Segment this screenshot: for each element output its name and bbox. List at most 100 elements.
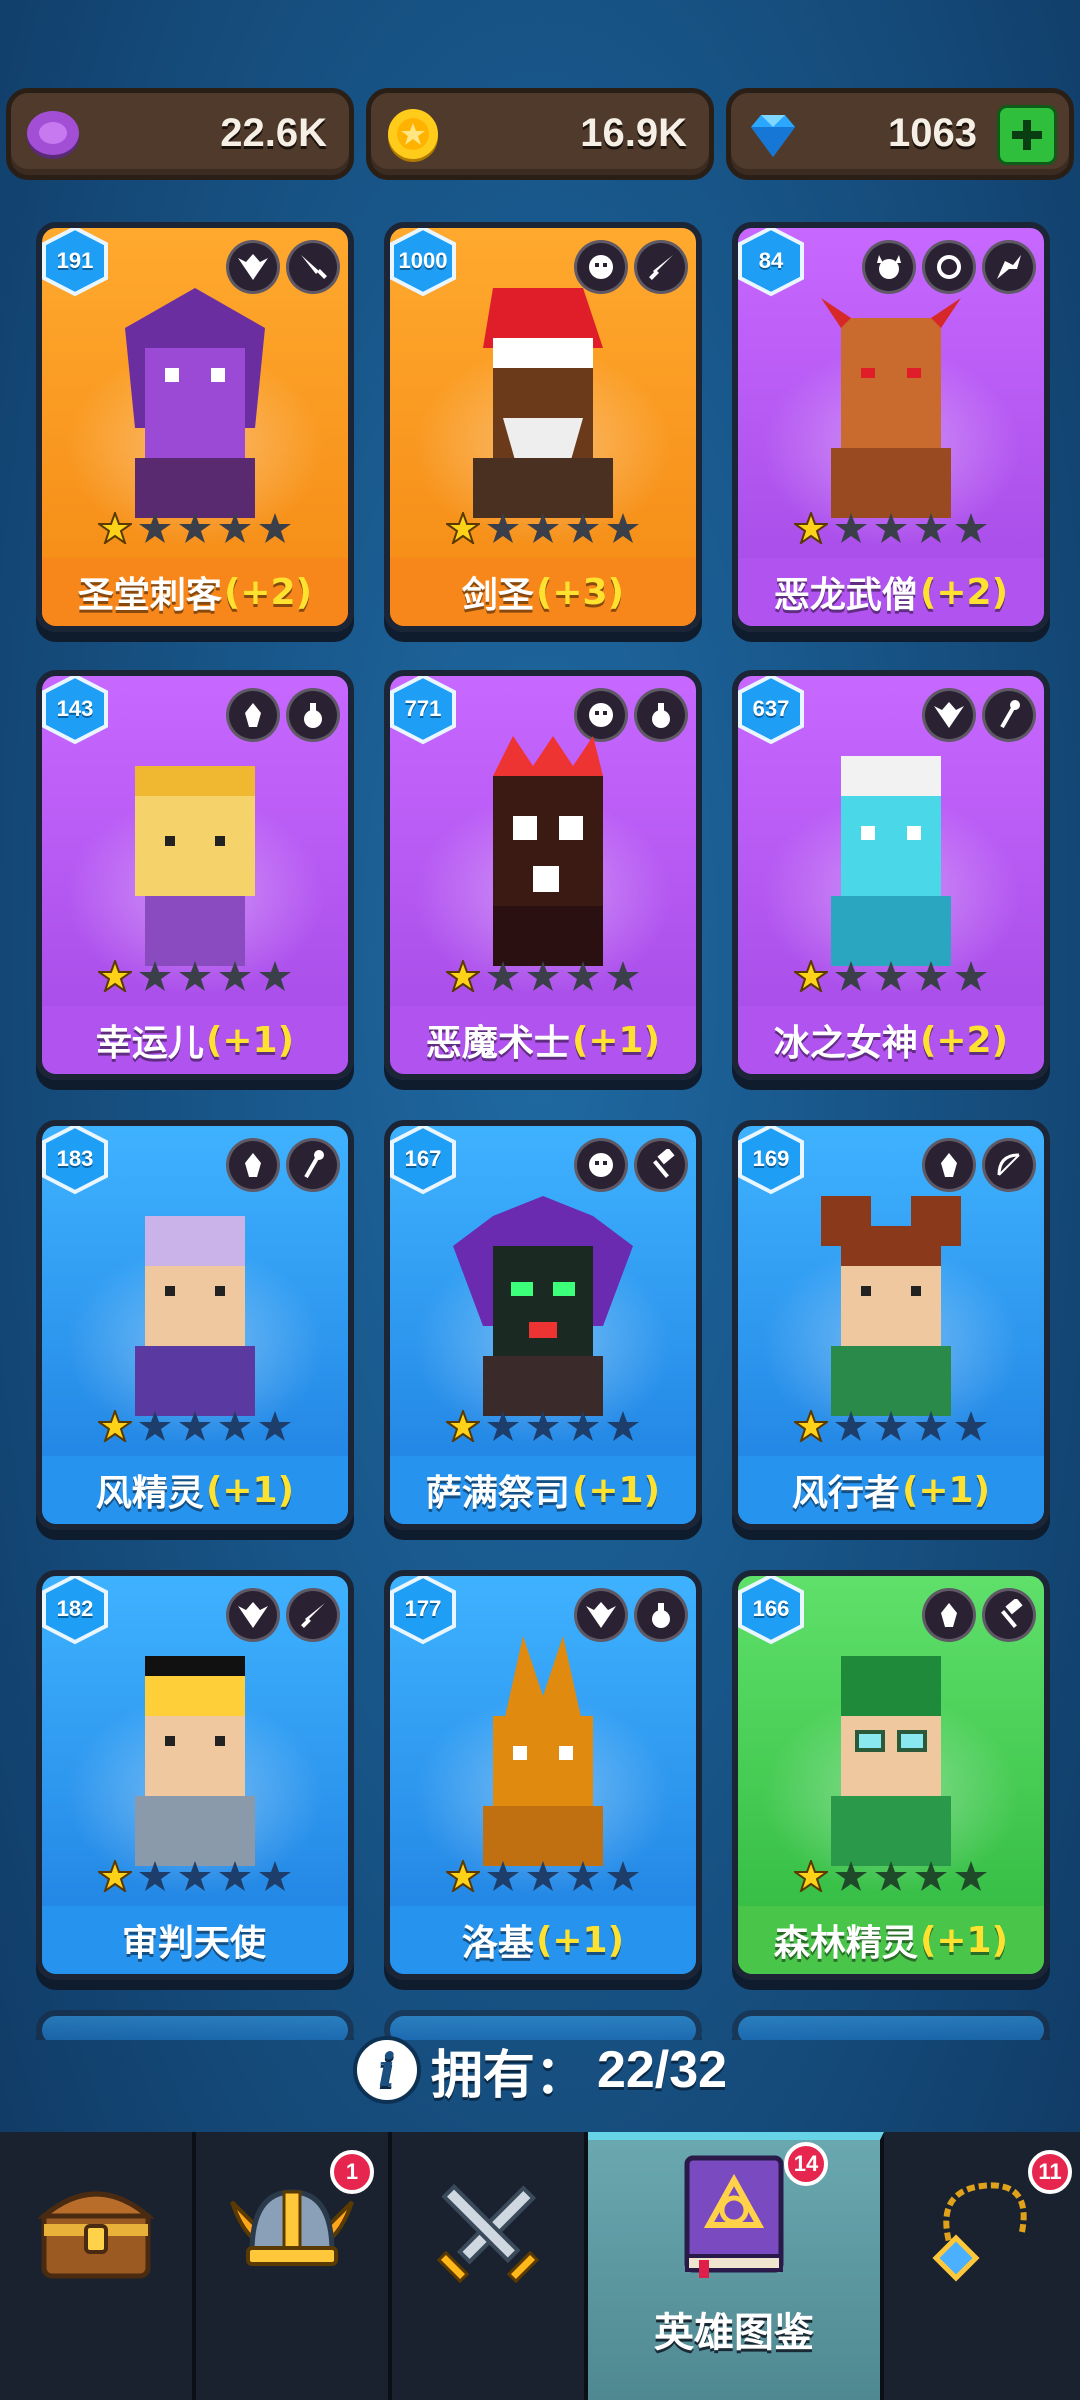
tab-codex[interactable]: 英雄图鉴 14 [588,2132,884,2400]
hero-card[interactable]: 167 萨满祭司 (+1) [384,1120,702,1530]
hero-portrait [135,1216,255,1416]
info-icon[interactable]: i [352,2036,421,2104]
hero-portrait [135,766,255,966]
hero-card[interactable]: 637 冰之女神 (+2) [732,670,1050,1080]
gold-coin-icon [388,109,438,162]
hammer-weapon-icon [634,1138,688,1192]
hero-card[interactable]: 84 恶龙武僧 (+2) [732,222,1050,632]
tab-heroes[interactable]: 1 [196,2132,392,2400]
purple-gem-counter[interactable]: 22.6K [6,88,354,180]
wings-class-icon [574,1588,628,1642]
level-badge: 191 [42,228,112,298]
gold-coin-counter[interactable]: 16.9K [366,88,714,180]
hero-card[interactable]: 183 风精灵 (+1) [36,1120,354,1530]
owned-label: 拥有： [430,2045,587,2106]
star-rating [98,1860,292,1892]
diamond-counter[interactable]: 1063 [726,88,1074,180]
hero-portrait [473,288,613,518]
level-badge: 637 [738,676,808,746]
hero-portrait [831,756,951,966]
hero-card[interactable]: 166 森林精灵 (+1) [732,1570,1050,1980]
hero-name: 审判天使 [42,1906,348,1974]
hero-name: 剑圣 (+3) [390,558,696,626]
staff-weapon-icon [286,1138,340,1192]
dagger-weapon-icon [286,240,340,294]
hero-card[interactable]: 177 洛基 (+1) [384,1570,702,1980]
star-rating [446,1860,640,1892]
fist-weapon-icon [922,240,976,294]
hero-card[interactable]: 169 风行者 (+1) [732,1120,1050,1530]
elf-class-icon [226,1138,280,1192]
star-rating [446,512,640,544]
hero-portrait [135,1656,255,1866]
level-badge: 166 [738,1576,808,1646]
diamond-value: 1063 [888,111,977,155]
dragon-icon [982,240,1036,294]
demon-class-icon [862,240,916,294]
star-rating [794,512,988,544]
staff-weapon-icon [982,688,1036,742]
star-rating [98,512,292,544]
star-rating [794,1860,988,1892]
potion-weapon-icon [634,688,688,742]
currency-bar: 22.6K 16.9K 1063 [0,88,1080,184]
notification-badge: 14 [784,2142,828,2186]
add-diamond-button[interactable] [997,105,1057,165]
orc-class-icon [574,1138,628,1192]
hammer-weapon-icon [982,1588,1036,1642]
hero-card[interactable]: 1000 剑圣 (+3) [384,222,702,632]
level-badge: 143 [42,676,112,746]
hero-card[interactable]: 182 审判天使 [36,1570,354,1980]
star-rating [446,960,640,992]
crossed-swords-icon [436,2183,540,2284]
purple-gem-icon [27,111,79,159]
sword-weapon-icon [634,240,688,294]
hero-card[interactable]: 191 圣堂刺客 (+2) [36,222,354,632]
gold-coin-value: 16.9K [580,111,687,155]
bottom-nav: 1 英雄图鉴 14 11 [0,2132,1080,2400]
tab-equipment[interactable]: 11 [884,2132,1080,2400]
hero-name: 风行者 (+1) [738,1456,1044,1524]
level-badge: 183 [42,1126,112,1196]
purple-gem-value: 22.6K [220,111,327,155]
notification-badge: 1 [330,2150,374,2194]
orc-class-icon [574,688,628,742]
level-badge: 177 [390,1576,460,1646]
star-rating [98,1410,292,1442]
level-badge: 182 [42,1576,112,1646]
elf-class-icon [226,688,280,742]
wings-class-icon [922,688,976,742]
elf-class-icon [922,1588,976,1642]
hero-portrait [483,1636,603,1866]
level-badge: 169 [738,1126,808,1196]
hero-name: 恶龙武僧 (+2) [738,558,1044,626]
star-rating [446,1410,640,1442]
potion-weapon-icon [286,688,340,742]
hero-name: 洛基 (+1) [390,1906,696,1974]
hero-name: 森林精灵 (+1) [738,1906,1044,1974]
hero-name: 风精灵 (+1) [42,1456,348,1524]
hero-portrait [453,1196,633,1416]
hero-grid: 191 圣堂刺客 (+2) 1000 剑圣 (+3) 84 恶龙武僧 (+2) … [0,210,1080,2040]
hero-card[interactable]: 143 幸运儿 (+1) [36,670,354,1080]
hero-name: 圣堂刺客 (+2) [42,558,348,626]
treasure-chest-icon [37,2191,155,2279]
level-badge: 771 [390,676,460,746]
elf-class-icon [922,1138,976,1192]
wings-class-icon [226,1588,280,1642]
hero-name: 幸运儿 (+1) [42,1006,348,1074]
tab-battle[interactable] [392,2132,588,2400]
hero-name: 恶魔术士 (+1) [390,1006,696,1074]
tab-chest[interactable] [0,2132,196,2400]
hero-card[interactable]: 771 恶魔术士 (+1) [384,670,702,1080]
star-rating [794,1410,988,1442]
hero-portrait [821,298,961,518]
level-badge: 1000 [390,228,460,298]
star-rating [98,960,292,992]
sword-weapon-icon [286,1588,340,1642]
orc-class-icon [574,240,628,294]
amulet-icon [932,2182,1027,2282]
hero-name: 冰之女神 (+2) [738,1006,1044,1074]
plus-icon [1012,120,1042,150]
spellbook-icon [684,2155,784,2278]
